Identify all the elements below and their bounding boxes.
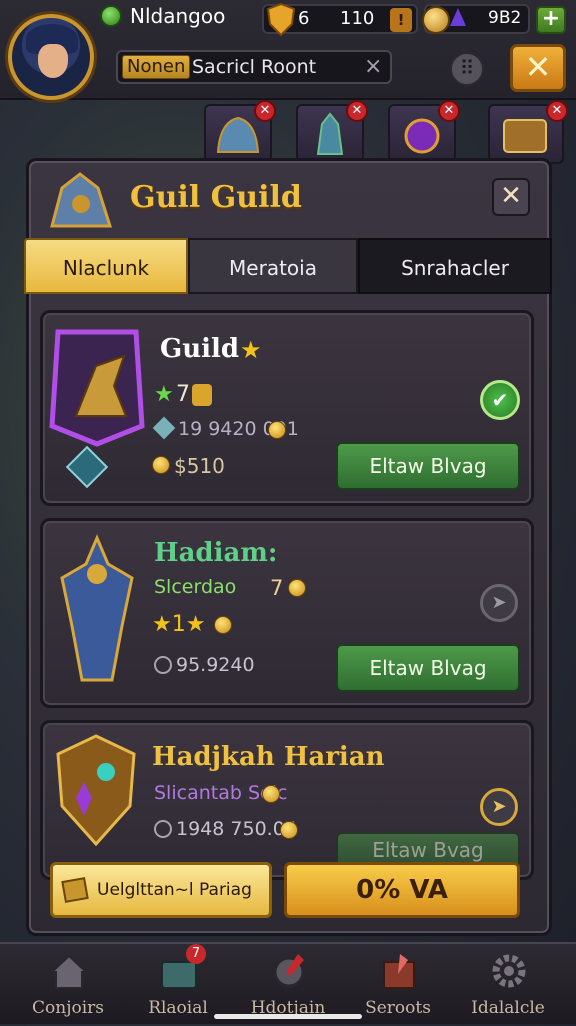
add-currency-button[interactable]: + [536,6,566,34]
banner-slot-2[interactable]: ✕ [296,100,368,164]
resource-value: 110 [340,8,375,29]
nav-label: Rlaoial [148,998,208,1018]
gem-value: 9B2 [488,8,522,28]
guild-points: 95.9240 [176,654,255,676]
remove-badge[interactable]: ✕ [346,100,368,122]
banner-slot-4[interactable]: ✕ [488,100,568,164]
guild-subtitle: Slcerdao [154,576,237,598]
guild-sub-value: 7 [270,576,284,600]
guild-level: 7 [176,382,190,407]
player-name: Nldangoo [130,4,226,28]
coin-icon [288,579,306,597]
search-text: Sacricl Roont [192,56,317,78]
modal-title: Guil Guild [130,180,302,215]
resource-badge[interactable]: ! [390,8,412,32]
tab-nlaclunk[interactable]: Nlaclunk [24,238,188,294]
guild-coins: $510 [174,454,225,478]
guild-name: Hadiam: [154,538,278,568]
coin-icon [262,785,280,803]
jeweled-shield-icon [56,734,136,847]
tab-snrahacler[interactable]: Snrahacler [358,238,552,294]
banner-slot-1[interactable]: ✕ [204,100,276,164]
guild-requests-label: Uelglttan~l Pariag [97,880,252,900]
shield-value: 6 [298,8,310,29]
level-star-icon: ★ [154,382,174,407]
search-filter-tag[interactable]: Nonen [122,55,191,79]
nav-label: Idalalcle [471,998,545,1018]
search-clear-icon[interactable]: × [364,54,382,79]
points-icon [154,820,172,838]
bottom-nav: Conjoirs 7 Rlaoial Hdotjain Seroots Idal… [0,942,576,1024]
rating-stars: ★1★ [152,612,206,637]
points-icon [154,656,172,674]
guild-crest-icon [50,172,113,228]
coin-icon [152,456,170,474]
coin-icon [214,616,232,634]
house-icon [49,954,89,989]
guild-points: 1948 750.05 [176,818,297,840]
nav-item-rlaoial[interactable]: 7 Rlaoial [128,944,228,1026]
armored-hero-icon [60,534,134,682]
settings-icon [492,954,526,988]
joined-check-icon: ✔ [480,380,520,420]
shield-icon [266,2,296,36]
nav-label: Conjoirs [32,998,104,1018]
progress-button[interactable]: 0% VA [284,862,520,918]
tab-meratoia[interactable]: Meratoia [188,238,358,294]
star-icon: ★ [240,336,262,364]
nav-badge: 7 [186,944,206,964]
box-icon [61,877,89,903]
green-gem-icon [100,5,122,27]
book-icon [383,954,415,989]
guild-name: Hadjkah Harian [152,742,385,772]
gear-sword-icon [273,954,305,988]
nav-item-conjoirs[interactable]: Conjoirs [18,944,118,1026]
home-indicator [214,1014,362,1019]
player-avatar[interactable] [8,14,94,100]
remove-badge[interactable]: ✕ [546,100,568,122]
level-medal-icon [192,384,212,406]
guild-action-button-2[interactable]: ➤ [480,584,518,622]
nav-label: Seroots [365,998,431,1018]
guild-action-button-3[interactable]: ➤ [480,788,518,826]
coin-icon [280,821,298,839]
guild-emblem-icon [49,329,145,447]
nav-item-seroots[interactable]: Seroots [348,944,448,1026]
modal-close-button[interactable]: ✕ [492,178,530,216]
guild-requests-button[interactable]: Uelglttan~l Pariag [50,862,272,918]
menu-button[interactable]: ⠿ [450,52,484,86]
close-top-button[interactable]: ✕ [510,44,566,92]
remove-badge[interactable]: ✕ [438,100,460,122]
coin-icon [268,421,286,439]
coin-icon [422,6,450,34]
search-bar[interactable]: Nonen Sacricl Roont × [116,50,392,84]
purple-crystal-icon [450,8,466,26]
guild-name: Guild [160,334,240,364]
avatar-face [38,44,68,78]
nav-item-idalalcle[interactable]: Idalalcle [458,944,558,1026]
modal-tabs: Nlaclunk Meratoia Snrahacler [24,238,552,294]
join-guild-button-1[interactable]: Eltaw Blvag [336,442,520,490]
remove-badge[interactable]: ✕ [254,100,276,122]
join-guild-button-2[interactable]: Eltaw Blvag [336,644,520,692]
banner-slot-3[interactable]: ✕ [388,100,460,164]
